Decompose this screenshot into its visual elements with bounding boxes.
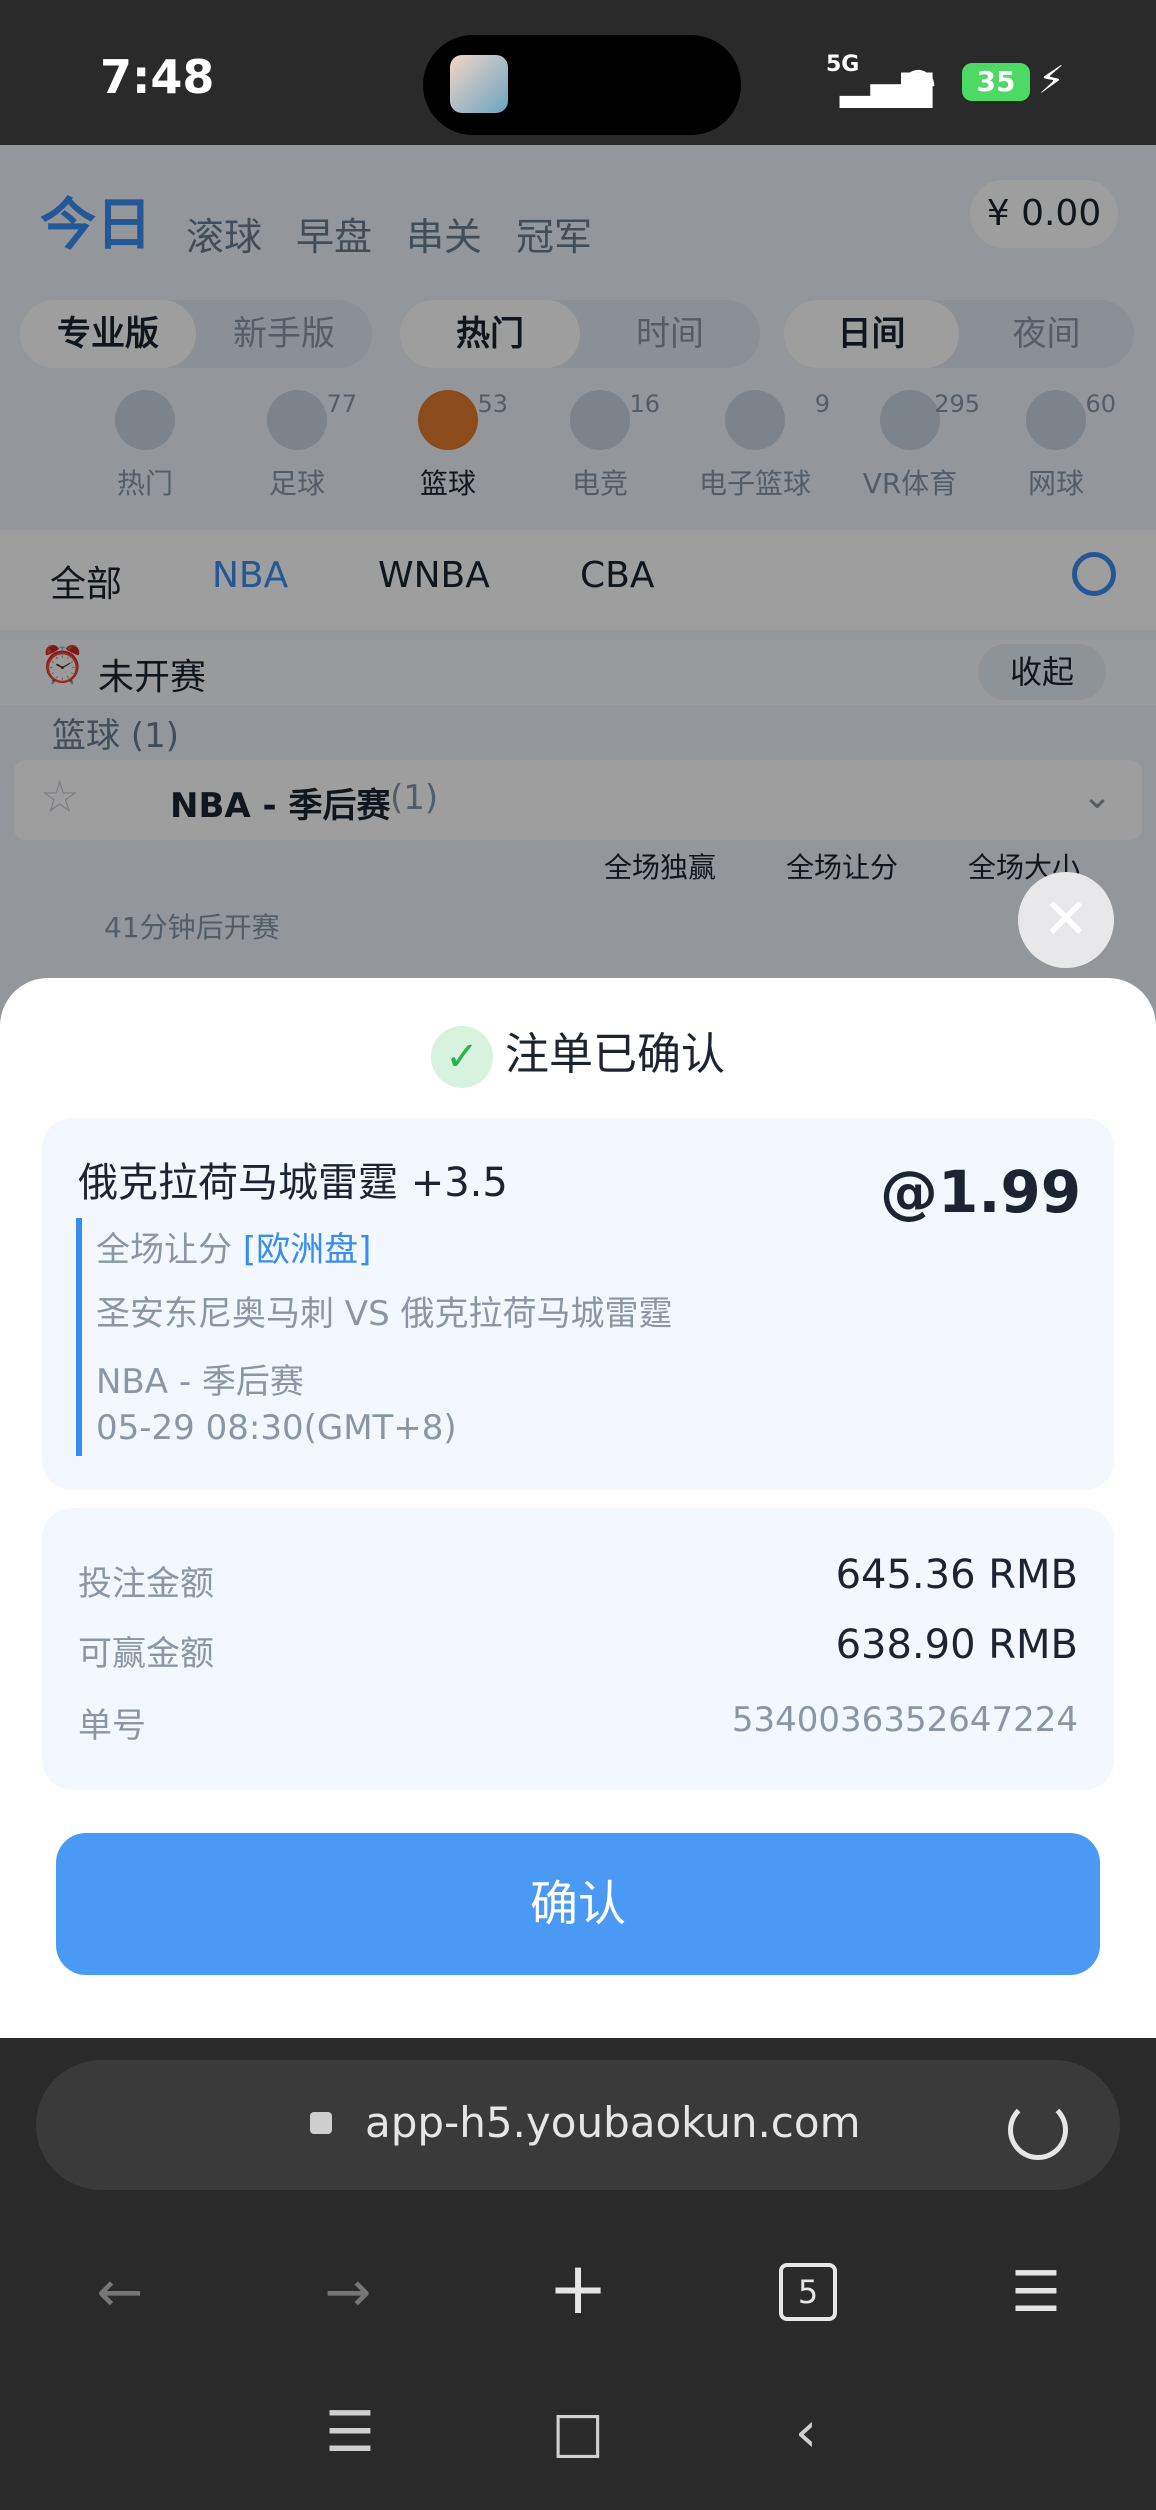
match-time: 05-29 08:30(GMT+8) (96, 1408, 457, 1448)
tabs-count-button[interactable]: 5 (779, 2263, 837, 2321)
order-value: 5340036352647224 (731, 1700, 1078, 1740)
checkmark-icon: ✓ (431, 1026, 493, 1088)
sheet-title-text: 注单已确认 (505, 1029, 725, 1080)
stake-label: 投注金额 (78, 1564, 214, 1604)
market-type: [欧洲盘] (242, 1230, 372, 1270)
recents-icon[interactable]: ☰ (300, 2400, 400, 2465)
url-text[interactable]: app-h5.youbaokun.com (365, 2098, 861, 2147)
battery-indicator: 35 (962, 63, 1030, 101)
league-name: NBA - 季后赛 (96, 1362, 304, 1402)
system-back-icon[interactable]: ‹ (756, 2400, 856, 2465)
avatar (450, 55, 508, 113)
wifi-icon: ◠ (900, 58, 937, 107)
new-tab-icon[interactable]: + (528, 2246, 628, 2330)
odds-value: @1.99 (880, 1158, 1082, 1226)
win-label: 可赢金额 (78, 1634, 214, 1674)
close-icon[interactable]: ✕ (1018, 872, 1114, 968)
charging-icon: ⚡ (1038, 58, 1065, 102)
selection-accent-bar (76, 1218, 82, 1456)
market-line: 全场让分 [欧洲盘] (96, 1222, 371, 1271)
stake-value: 645.36 RMB (835, 1552, 1078, 1598)
status-time: 7:48 (100, 50, 215, 104)
match-name: 圣安东尼奥马刺 VS 俄克拉荷马城雷霆 (96, 1294, 673, 1334)
market-name: 全场让分 (96, 1230, 232, 1270)
menu-icon[interactable]: ☰ (986, 2260, 1086, 2325)
lock-icon (310, 2112, 332, 2134)
forward-icon[interactable]: → (298, 2260, 398, 2325)
reload-icon[interactable] (1008, 2100, 1068, 2160)
home-icon[interactable]: □ (528, 2400, 628, 2465)
confirm-button[interactable]: 确认 (56, 1833, 1100, 1975)
order-label: 单号 (78, 1706, 146, 1746)
win-value: 638.90 RMB (835, 1622, 1078, 1668)
sheet-title: ✓ 注单已确认 (0, 1018, 1156, 1088)
back-icon[interactable]: ← (70, 2260, 170, 2325)
selection-label: 俄克拉荷马城雷霆 +3.5 (78, 1160, 508, 1206)
